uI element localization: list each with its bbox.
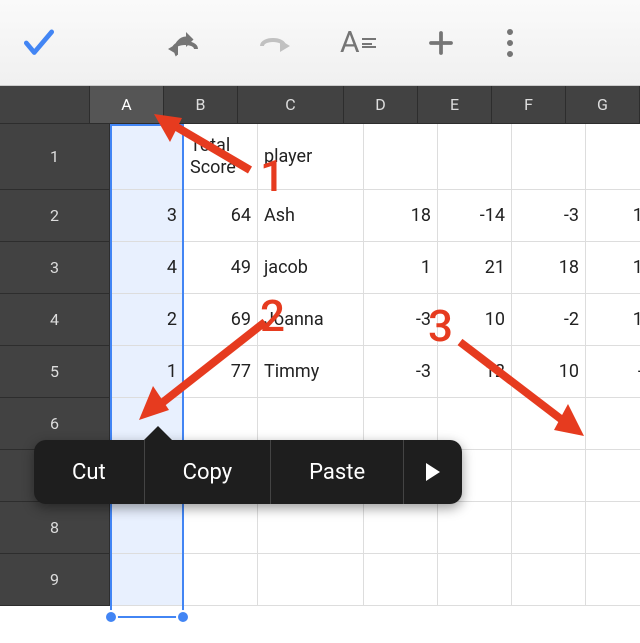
context-menu: Cut Copy Paste (34, 440, 462, 504)
row-header[interactable]: 8 (0, 502, 110, 554)
cell[interactable] (364, 124, 438, 190)
cell[interactable] (586, 124, 640, 190)
cell[interactable] (512, 554, 586, 606)
table-row: 3 4 49 jacob 1 21 18 18 (0, 242, 640, 294)
cell[interactable]: jacob (258, 242, 364, 294)
cell[interactable] (586, 554, 640, 606)
add-icon[interactable] (426, 28, 456, 58)
toolbar: A (0, 0, 640, 86)
cell[interactable]: 64 (184, 190, 258, 242)
annotation-arrow-icon (150, 110, 270, 190)
cell[interactable] (438, 502, 512, 554)
cell[interactable] (184, 502, 258, 554)
cell[interactable] (512, 502, 586, 554)
cell[interactable]: 4 (110, 242, 184, 294)
row-header[interactable]: 9 (0, 554, 110, 606)
annotation-label: 1 (260, 150, 285, 202)
cell[interactable]: 21 (438, 242, 512, 294)
cell[interactable] (364, 502, 438, 554)
cell[interactable]: 17 (586, 190, 640, 242)
cell[interactable]: 49 (184, 242, 258, 294)
select-all-corner[interactable] (0, 86, 90, 124)
cell[interactable]: 18 (364, 190, 438, 242)
col-header-d[interactable]: D (344, 86, 418, 124)
cell[interactable] (512, 124, 586, 190)
undo-icon[interactable] (168, 29, 204, 57)
row-header[interactable]: 3 (0, 242, 110, 294)
cut-button[interactable]: Cut (34, 440, 145, 504)
cell[interactable]: 18 (512, 242, 586, 294)
col-header-g[interactable]: G (566, 86, 640, 124)
cell[interactable] (184, 554, 258, 606)
annotation-label: 2 (260, 290, 285, 342)
cell[interactable] (110, 502, 184, 554)
cell[interactable]: -3 (364, 294, 438, 346)
row-header[interactable]: 4 (0, 294, 110, 346)
cell[interactable] (258, 502, 364, 554)
cell[interactable] (438, 124, 512, 190)
column-headers: A B C D E F G (0, 86, 640, 124)
chevron-right-icon (426, 463, 440, 481)
cell[interactable] (110, 554, 184, 606)
col-header-f[interactable]: F (492, 86, 566, 124)
confirm-check-icon[interactable] (20, 24, 58, 62)
annotation-label: 3 (428, 300, 453, 352)
table-row: 2 3 64 Ash 18 -14 -3 17 (0, 190, 640, 242)
cell[interactable] (364, 554, 438, 606)
cell[interactable] (258, 554, 364, 606)
table-row: 8 (0, 502, 640, 554)
cell[interactable]: -14 (438, 190, 512, 242)
cell[interactable]: -3 (364, 346, 438, 398)
cell[interactable]: 1 (364, 242, 438, 294)
row-header[interactable]: 1 (0, 124, 110, 190)
cell[interactable] (438, 554, 512, 606)
annotation-arrow-icon (450, 330, 600, 450)
table-row: 9 (0, 554, 640, 606)
table-row: 1 Total Score player (0, 124, 640, 190)
cell[interactable]: 3 (110, 190, 184, 242)
redo-icon[interactable] (254, 32, 290, 54)
copy-button[interactable]: Copy (145, 440, 272, 504)
text-format-icon[interactable]: A (340, 25, 376, 60)
cell[interactable] (586, 450, 640, 502)
more-icon[interactable] (506, 28, 514, 58)
paste-button[interactable]: Paste (271, 440, 404, 504)
cell[interactable]: -3 (512, 190, 586, 242)
cell[interactable] (586, 502, 640, 554)
col-header-e[interactable]: E (418, 86, 492, 124)
cell[interactable] (512, 450, 586, 502)
row-header[interactable]: 5 (0, 346, 110, 398)
cell[interactable]: 18 (586, 242, 640, 294)
row-header[interactable]: 2 (0, 190, 110, 242)
